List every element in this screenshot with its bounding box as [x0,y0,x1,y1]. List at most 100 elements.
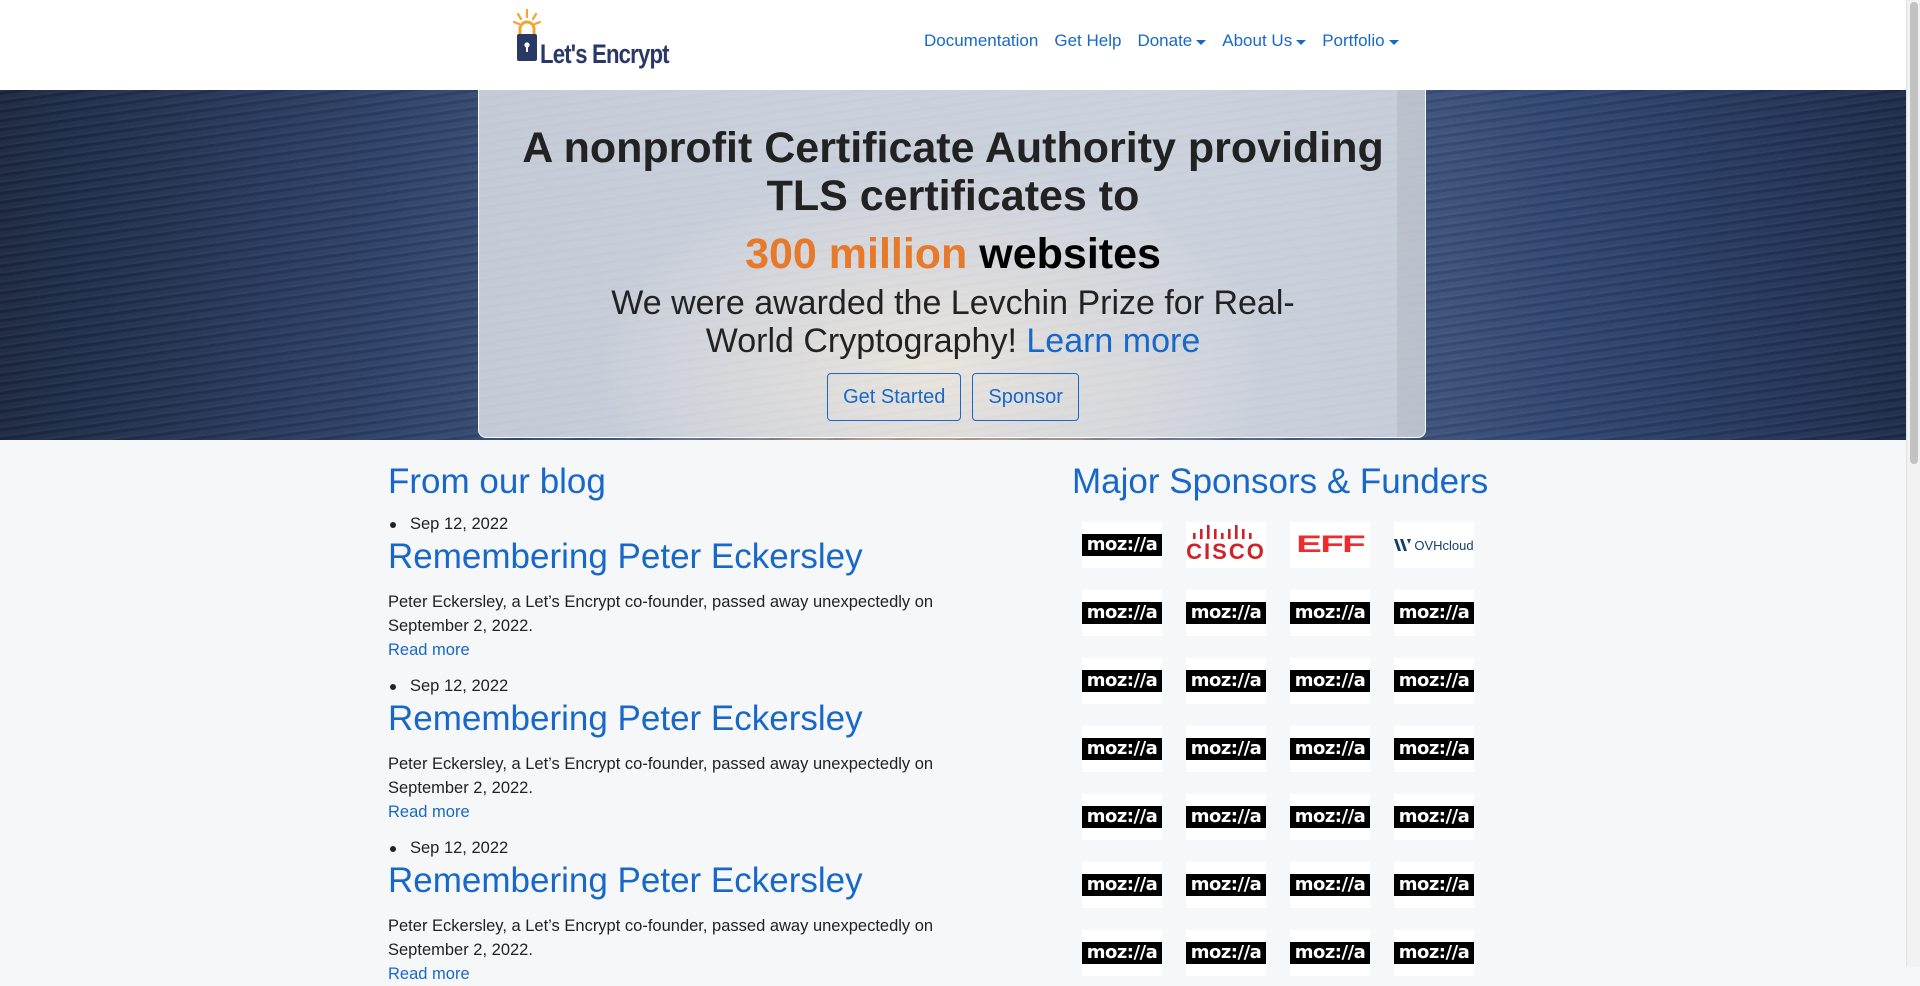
blog-post: Sep 12, 2022 Remembering Peter Eckersley… [388,512,948,662]
mozilla-logo-text: moz://a [1394,942,1474,964]
mozilla-logo-text: moz://a [1082,534,1162,556]
caret-down-icon [1388,39,1399,45]
mozilla-logo-text: moz://a [1082,874,1162,896]
scrollbar-thumb[interactable] [1910,2,1918,464]
nav-documentation[interactable]: Documentation [924,31,1038,51]
sponsor-logo[interactable]: moz://a [1082,726,1162,772]
ovhcloud-logo-text: OVHcloud [1414,537,1474,553]
mozilla-logo-text: moz://a [1082,602,1162,624]
mozilla-logo-text: moz://a [1394,738,1474,760]
sponsor-logo-mozilla[interactable]: moz://a [1082,522,1162,568]
sponsor-logo[interactable]: moz://a [1290,794,1370,840]
mozilla-logo-text: moz://a [1394,670,1474,692]
sponsor-logo[interactable]: moz://a [1186,794,1266,840]
main-nav: Documentation Get Help Donate About Us P… [924,31,1415,51]
post-title-link[interactable]: Remembering Peter Eckersley [388,698,948,744]
hero-title: A nonprofit Certificate Authority provid… [522,124,1384,220]
stat-unit: websites [979,230,1161,278]
read-more-link[interactable]: Read more [388,638,948,662]
mozilla-logo-text: moz://a [1082,738,1162,760]
sponsor-logo[interactable]: moz://a [1290,862,1370,908]
nav-donate[interactable]: Donate [1137,31,1207,51]
sponsor-logo[interactable]: moz://a [1290,590,1370,636]
eff-logo-text: EFF [1296,531,1365,558]
mozilla-logo-text: moz://a [1290,874,1370,896]
hero-card: A nonprofit Certificate Authority provid… [478,90,1426,438]
cisco-bars-icon [1193,525,1252,539]
caret-down-icon [1196,39,1207,45]
blog-post: Sep 12, 2022 Remembering Peter Eckersley… [388,836,948,986]
mozilla-logo-text: moz://a [1290,806,1370,828]
mozilla-logo-text: moz://a [1290,602,1370,624]
sponsor-logo[interactable]: moz://a [1082,862,1162,908]
blog-heading: From our blog [388,462,606,501]
caret-down-icon [1296,39,1307,45]
post-date: Sep 12, 2022 [390,512,948,536]
post-date: Sep 12, 2022 [390,674,948,698]
sponsors-heading: Major Sponsors & Funders [1072,462,1489,501]
mozilla-logo-text: moz://a [1186,806,1266,828]
mozilla-logo-text: moz://a [1082,806,1162,828]
post-excerpt: Peter Eckersley, a Let’s Encrypt co-foun… [388,593,934,635]
cisco-logo-text: CISCO [1186,539,1266,564]
nav-about-us[interactable]: About Us [1222,31,1307,51]
sponsor-logo-ovhcloud[interactable]: OVHcloud [1394,522,1474,568]
get-started-button[interactable]: Get Started [827,373,962,421]
sponsor-logo[interactable]: moz://a [1186,930,1266,976]
sponsor-logo[interactable]: moz://a [1394,658,1474,704]
post-excerpt: Peter Eckersley, a Let’s Encrypt co-foun… [388,755,934,797]
sponsor-logo[interactable]: moz://a [1394,794,1474,840]
nav-portfolio[interactable]: Portfolio [1322,31,1399,51]
sponsor-logo[interactable]: moz://a [1394,862,1474,908]
read-more-link[interactable]: Read more [388,800,948,824]
award-text: We were awarded the Levchin Prize for Re… [579,284,1327,360]
sponsor-logo[interactable]: moz://a [1186,862,1266,908]
sponsor-logo[interactable]: moz://a [1082,590,1162,636]
sponsor-logo-cisco[interactable]: CISCO [1186,522,1266,568]
hero-buttons: Get Started Sponsor [479,373,1427,421]
mozilla-logo-text: moz://a [1186,942,1266,964]
sponsor-logo[interactable]: moz://a [1186,590,1266,636]
learn-more-link[interactable]: Learn more [1026,322,1200,360]
mozilla-logo-text: moz://a [1082,942,1162,964]
stat-number: 300 million [745,230,968,278]
post-title-link[interactable]: Remembering Peter Eckersley [388,860,948,906]
sponsor-logo[interactable]: moz://a [1082,930,1162,976]
lets-encrypt-logo[interactable]: Let's Encrypt [512,8,670,78]
site-header: Let's Encrypt Documentation Get Help Don… [0,0,1906,90]
sponsor-logo[interactable]: moz://a [1290,930,1370,976]
ovh-mark-icon [1394,539,1412,551]
nav-get-help[interactable]: Get Help [1054,31,1121,51]
mozilla-logo-text: moz://a [1290,738,1370,760]
sponsor-logo[interactable]: moz://a [1394,590,1474,636]
post-title-link[interactable]: Remembering Peter Eckersley [388,536,948,582]
mozilla-logo-text: moz://a [1186,670,1266,692]
mozilla-logo-text: moz://a [1394,874,1474,896]
mozilla-logo-text: moz://a [1186,602,1266,624]
mozilla-logo-text: moz://a [1082,670,1162,692]
sponsor-logo[interactable]: moz://a [1186,726,1266,772]
sponsor-button[interactable]: Sponsor [972,373,1079,421]
blog-post: Sep 12, 2022 Remembering Peter Eckersley… [388,674,948,824]
hero-banner: A nonprofit Certificate Authority provid… [0,90,1906,440]
mozilla-logo-text: moz://a [1186,738,1266,760]
page-scrollbar[interactable] [1906,0,1920,967]
mozilla-logo-text: moz://a [1394,602,1474,624]
blog-section: From our blog Sep 12, 2022 Remembering P… [388,460,948,986]
sponsor-logo[interactable]: moz://a [1082,794,1162,840]
sponsor-logo-eff[interactable]: EFF [1290,522,1370,568]
read-more-link[interactable]: Read more [388,962,948,986]
mozilla-logo-text: moz://a [1186,874,1266,896]
sponsor-logo[interactable]: moz://a [1186,658,1266,704]
post-date: Sep 12, 2022 [390,836,948,860]
sponsor-logo[interactable]: moz://a [1394,930,1474,976]
sponsor-logo[interactable]: moz://a [1290,658,1370,704]
mozilla-logo-text: moz://a [1394,806,1474,828]
sponsor-logo[interactable]: moz://a [1394,726,1474,772]
sponsor-logo[interactable]: moz://a [1290,726,1370,772]
post-excerpt: Peter Eckersley, a Let’s Encrypt co-foun… [388,917,934,959]
mozilla-logo-text: moz://a [1290,942,1370,964]
mozilla-logo-text: moz://a [1290,670,1370,692]
hero-stat: 300 million websites [479,228,1427,280]
sponsor-logo[interactable]: moz://a [1082,658,1162,704]
